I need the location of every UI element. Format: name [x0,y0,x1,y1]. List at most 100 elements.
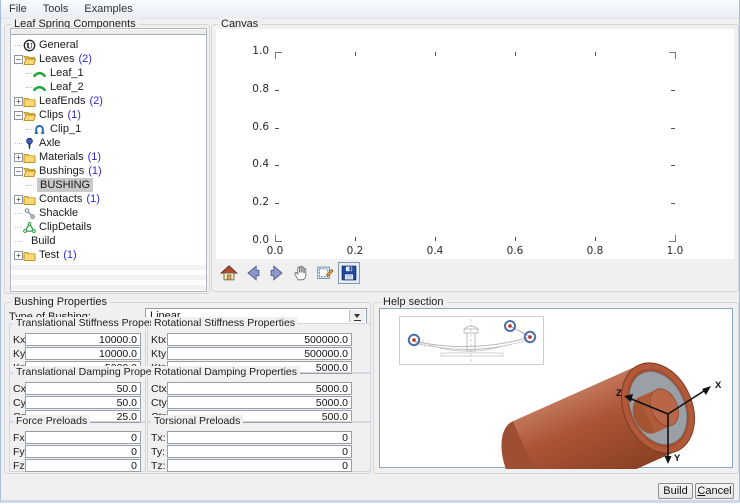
x-tick-label: 0.2 [340,245,370,257]
y-tick-label: 0.8 [243,83,269,97]
combo-dropdown-button[interactable] [349,310,365,322]
x-tick-top [355,52,356,56]
tree-item-leafends[interactable]: +LeafEnds(2) [12,94,205,108]
tree-item-general[interactable]: UGeneral [12,38,205,52]
tree-item-clips[interactable]: − Clips(1) [12,108,205,122]
y-tick-label: 0.2 [243,196,269,210]
svg-text:U: U [26,41,33,50]
toolbar-home-button[interactable] [218,262,240,284]
tree-item-build[interactable]: Build [12,234,205,248]
tree-item-label: Leaf_2 [50,80,84,94]
tree-item-label: Contacts(1) [39,192,100,206]
tree-item-label: Clip_1 [50,122,81,136]
toolbar-pan-button[interactable] [290,262,312,284]
build-button[interactable]: Build [658,483,693,499]
tree-item-label: Leaves(2) [39,52,92,66]
group-title: Rotational Damping Properties [151,366,300,379]
cancel-button[interactable]: Cancel [695,483,734,499]
tree-item-label: Test(1) [39,248,77,262]
tree-item-axle[interactable]: Axle [12,136,205,150]
toolbar-forward-button[interactable] [266,262,288,284]
tree-item-bushings[interactable]: − Bushings(1) [12,164,205,178]
menu-bar: FileToolsExamples [1,0,739,19]
collapse-toggle[interactable]: − [14,55,23,64]
tree-item-leaf_1[interactable]: Leaf_1 [12,66,205,80]
menu-examples[interactable]: Examples [76,2,140,16]
x-axis-arrowhead [702,386,711,395]
component-tree[interactable]: UGeneral − Leaves(2)Leaf_1Leaf_2+LeafEnds(… [10,28,207,292]
field-input-ctx[interactable] [167,382,352,395]
tree-connector [26,185,34,186]
x-tick-label: 1.0 [660,245,690,257]
canvas-groupbox: Canvas 0.00.20.40.60.81.00.00.20.40.60.8… [211,24,739,292]
help-groupbox: Help section [373,302,739,474]
x-tick-top [595,52,596,56]
chevron-down-icon [354,314,360,318]
field-input-kty[interactable] [167,347,352,360]
tree-header[interactable] [11,29,206,35]
expand-toggle[interactable]: + [14,195,23,204]
field-input-ky[interactable] [25,347,141,360]
tree-item-label: Bushings(1) [39,164,102,178]
group-force-preloads: Force PreloadsFx:Fy:Fz: [9,421,146,472]
field-input-cx[interactable] [25,382,141,395]
field-input-fz[interactable] [25,459,141,472]
y-tick-label: 0.6 [243,121,269,135]
tree-groupbox: Leaf Spring Components UGeneral−Leaves(2… [4,24,210,294]
tree-item-count: (1) [88,151,101,163]
y-axis-arrowhead [665,456,672,464]
tree-item-shackle[interactable]: Shackle [12,206,205,220]
application-window: FileToolsExamples Leaf Spring Components… [0,0,740,503]
collapse-toggle[interactable]: − [14,167,23,176]
leaf-icon [33,81,46,94]
bushing-eye-left [409,335,419,345]
plot-canvas[interactable]: 0.00.20.40.60.81.00.00.20.40.60.81.0 [216,29,734,259]
toolbar-back-button[interactable] [242,262,264,284]
tree-connector [15,213,22,214]
field-input-ktx[interactable] [167,333,352,346]
field-input-fx[interactable] [25,431,141,444]
menu-file[interactable]: File [1,2,35,16]
bushing-properties-groupbox: Bushing Properties Type of Bushing: Line… [4,302,371,474]
toolbar-save-button[interactable] [338,262,360,284]
x-tick-top [435,52,436,56]
folder-open-icon [23,109,36,122]
tree-item-count: (2) [89,95,102,107]
field-input-tz[interactable] [167,459,352,472]
tree-item-clip_1[interactable]: Clip_1 [12,122,205,136]
group-title: Rotational Stiffness Properties [151,317,298,330]
tree-item-leaf_2[interactable]: Leaf_2 [12,80,205,94]
menu-tools[interactable]: Tools [35,2,77,16]
tree-item-bushing[interactable]: BUSHING [12,178,205,192]
x-tick-label: 0.8 [580,245,610,257]
tree-item-clipdetails[interactable]: ClipDetails [12,220,205,234]
tree-connector [15,45,22,46]
tree-item-materials[interactable]: +Materials(1) [12,150,205,164]
field-input-kx[interactable] [25,333,141,346]
field-input-ty[interactable] [167,445,352,458]
expand-toggle[interactable]: + [14,251,23,260]
x-axis-label: X [715,380,722,391]
y-tick-label: 1.0 [243,45,269,59]
tree-item-leaves[interactable]: − Leaves(2) [12,52,205,66]
field-input-cy[interactable] [25,396,141,409]
folder-open-icon [23,53,36,66]
expand-toggle[interactable]: + [14,97,23,106]
field-input-tx[interactable] [167,431,352,444]
combo-underline [354,320,361,321]
collapse-toggle[interactable]: − [14,111,23,120]
tree-item-test[interactable]: + Test(1) [12,248,205,262]
tree-item-count: (1) [63,249,76,261]
expand-toggle[interactable]: + [14,153,23,162]
leaf-icon [33,67,46,80]
field-input-fy[interactable] [25,445,141,458]
y-tick-right [671,128,675,129]
toolbar-zoom-rect-button[interactable] [314,262,336,284]
group-title: Torsional Preloads [151,415,243,428]
bushing-eye-right [525,332,535,342]
general-icon: U [23,39,36,52]
tree-item-label: Clips(1) [39,108,81,122]
field-input-cty[interactable] [167,396,352,409]
tree-item-count: (1) [88,165,101,177]
tree-item-contacts[interactable]: + Contacts(1) [12,192,205,206]
